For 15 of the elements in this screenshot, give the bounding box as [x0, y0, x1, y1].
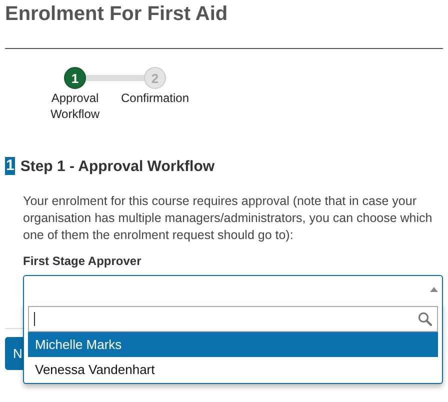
step-number: 1	[5, 157, 16, 175]
intro-text: Your enrolment for this course requires approval (note that in case your organisation has multiple managers/administrators, you can choose which one of them the enrolment request should go to):	[23, 193, 434, 244]
step-label: Confirmation	[120, 90, 190, 106]
step-circle: 2	[144, 67, 166, 89]
caret-icon	[430, 287, 438, 292]
page-title: Enrolment For First Aid	[5, 2, 229, 27]
option-item[interactable]: Venessa Vandenhart	[28, 357, 438, 382]
option-item[interactable]: Michelle Marks	[28, 332, 438, 357]
step-label: Approval Workflow	[49, 90, 101, 122]
search-icon	[418, 312, 432, 326]
search-field[interactable]	[28, 306, 438, 332]
approver-select[interactable]	[23, 275, 443, 303]
field-label: First Stage Approver	[23, 254, 142, 268]
step-circle: 1	[64, 67, 86, 89]
section-title: Step 1 - Approval Workflow	[20, 158, 215, 174]
